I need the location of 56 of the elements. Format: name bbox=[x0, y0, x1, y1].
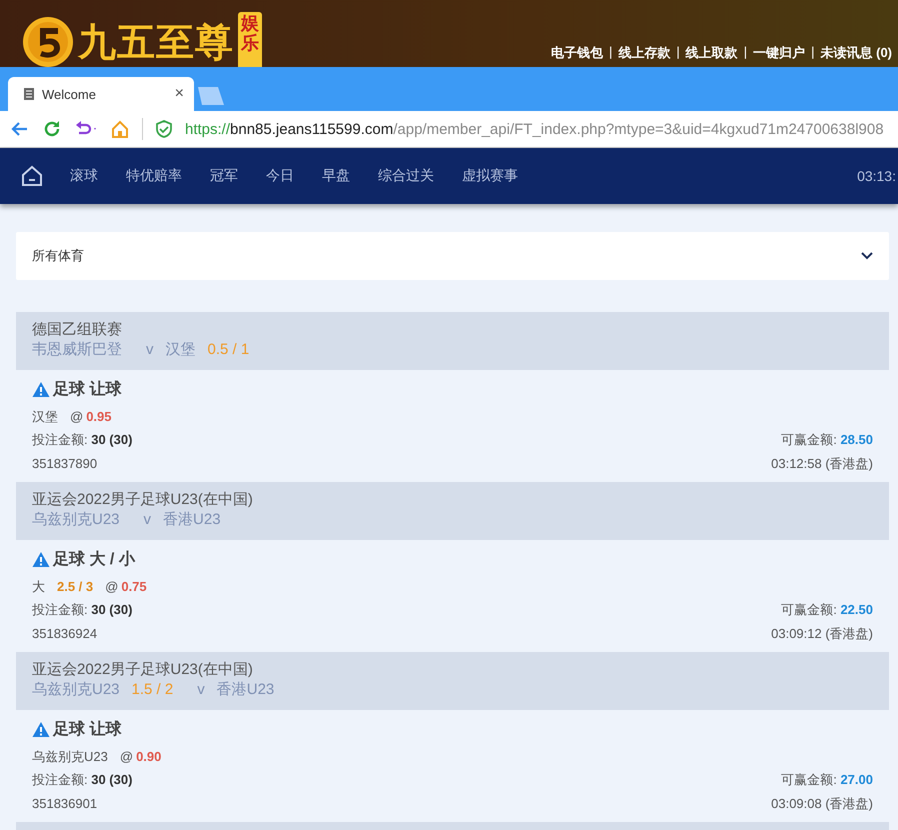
warning-icon bbox=[32, 550, 50, 568]
nav-item[interactable]: 特优赔率 bbox=[126, 167, 182, 185]
matchup-text: 乌兹别克U23 v 香港U23 bbox=[32, 510, 222, 530]
ticket-number: 351837890 bbox=[32, 455, 98, 473]
separator: | bbox=[608, 44, 612, 61]
sport-dropdown[interactable]: 所有体育 bbox=[16, 232, 889, 280]
nav-item[interactable]: 虚拟赛事 bbox=[462, 167, 518, 185]
bet-time: 03:12:58 (香港盘) bbox=[771, 455, 873, 473]
nav-item[interactable]: 冠军 bbox=[210, 167, 238, 185]
market-title: 足球 大 / 小 bbox=[53, 550, 135, 570]
logo-icon bbox=[22, 16, 74, 67]
bet-time: 03:09:08 (香港盘) bbox=[771, 795, 873, 813]
reload-icon bbox=[42, 119, 62, 139]
browser-tab[interactable]: Welcome × bbox=[8, 77, 194, 111]
chevron-down-icon bbox=[861, 252, 873, 260]
league-name: 亚运会2022男子足球U23(在中国) bbox=[32, 490, 254, 510]
header-link[interactable]: 线上存款 bbox=[618, 44, 670, 62]
nav-item[interactable]: 滚球 bbox=[70, 167, 98, 185]
home-icon bbox=[110, 119, 130, 139]
stake-amount: 投注金额: 30 (30) bbox=[32, 601, 132, 619]
stake-amount: 投注金额: 30 (30) bbox=[32, 771, 132, 789]
bet-selection: 汉堡 @ 0.95 bbox=[32, 408, 113, 426]
logo-text: 九五至尊 bbox=[78, 18, 234, 66]
logo-badge: 娱乐 bbox=[238, 12, 262, 67]
nav-item[interactable]: 今日 bbox=[266, 167, 294, 185]
bet-time: 03:09:12 (香港盘) bbox=[771, 625, 873, 643]
ticket-number: 351836901 bbox=[32, 795, 98, 813]
home-icon[interactable] bbox=[20, 164, 44, 188]
potential-win: 可赢金额: 22.50 bbox=[781, 601, 873, 619]
ticket-number: 351836924 bbox=[32, 625, 98, 643]
header-link[interactable]: 一键归户 bbox=[753, 44, 806, 62]
separator: | bbox=[811, 44, 814, 61]
close-button[interactable]: × bbox=[174, 85, 184, 103]
league-name: 亚运会2022男子足球U23(在中国) bbox=[32, 660, 254, 680]
nav-item[interactable]: 综合过关 bbox=[378, 167, 434, 185]
page-icon bbox=[22, 87, 36, 101]
matchup-text: 乌兹别克U23 1.5 / 2 v 香港U23 bbox=[32, 680, 276, 700]
market-title: 足球 让球 bbox=[53, 720, 122, 740]
bet-selection: 大 2.5 / 3 @ 0.75 bbox=[32, 578, 148, 596]
potential-win: 可赢金额: 27.00 bbox=[781, 771, 873, 789]
clock-text: 03:13: bbox=[857, 168, 896, 184]
nav-item[interactable]: 早盘 bbox=[322, 167, 350, 185]
header-link[interactable]: 线上取款 bbox=[686, 44, 738, 62]
header-link[interactable]: 未读讯息 (0) bbox=[820, 44, 892, 62]
warning-icon bbox=[32, 720, 50, 738]
stake-amount: 投注金额: 30 (30) bbox=[32, 431, 132, 449]
separator: | bbox=[744, 44, 748, 61]
shield-icon bbox=[155, 120, 173, 138]
warning-icon bbox=[32, 380, 50, 398]
header-link[interactable]: 电子钱包 bbox=[550, 44, 603, 62]
bet-selection: 乌兹别克U23 @ 0.90 bbox=[32, 748, 162, 766]
potential-win: 可赢金额: 28.50 bbox=[781, 431, 873, 449]
matchup-text: 韦恩威斯巴登 v 汉堡 0.5 / 1 bbox=[32, 340, 250, 360]
league-name: 德国乙组联赛 bbox=[32, 320, 123, 340]
market-title: 足球 让球 bbox=[53, 380, 122, 400]
separator: | bbox=[676, 44, 680, 61]
